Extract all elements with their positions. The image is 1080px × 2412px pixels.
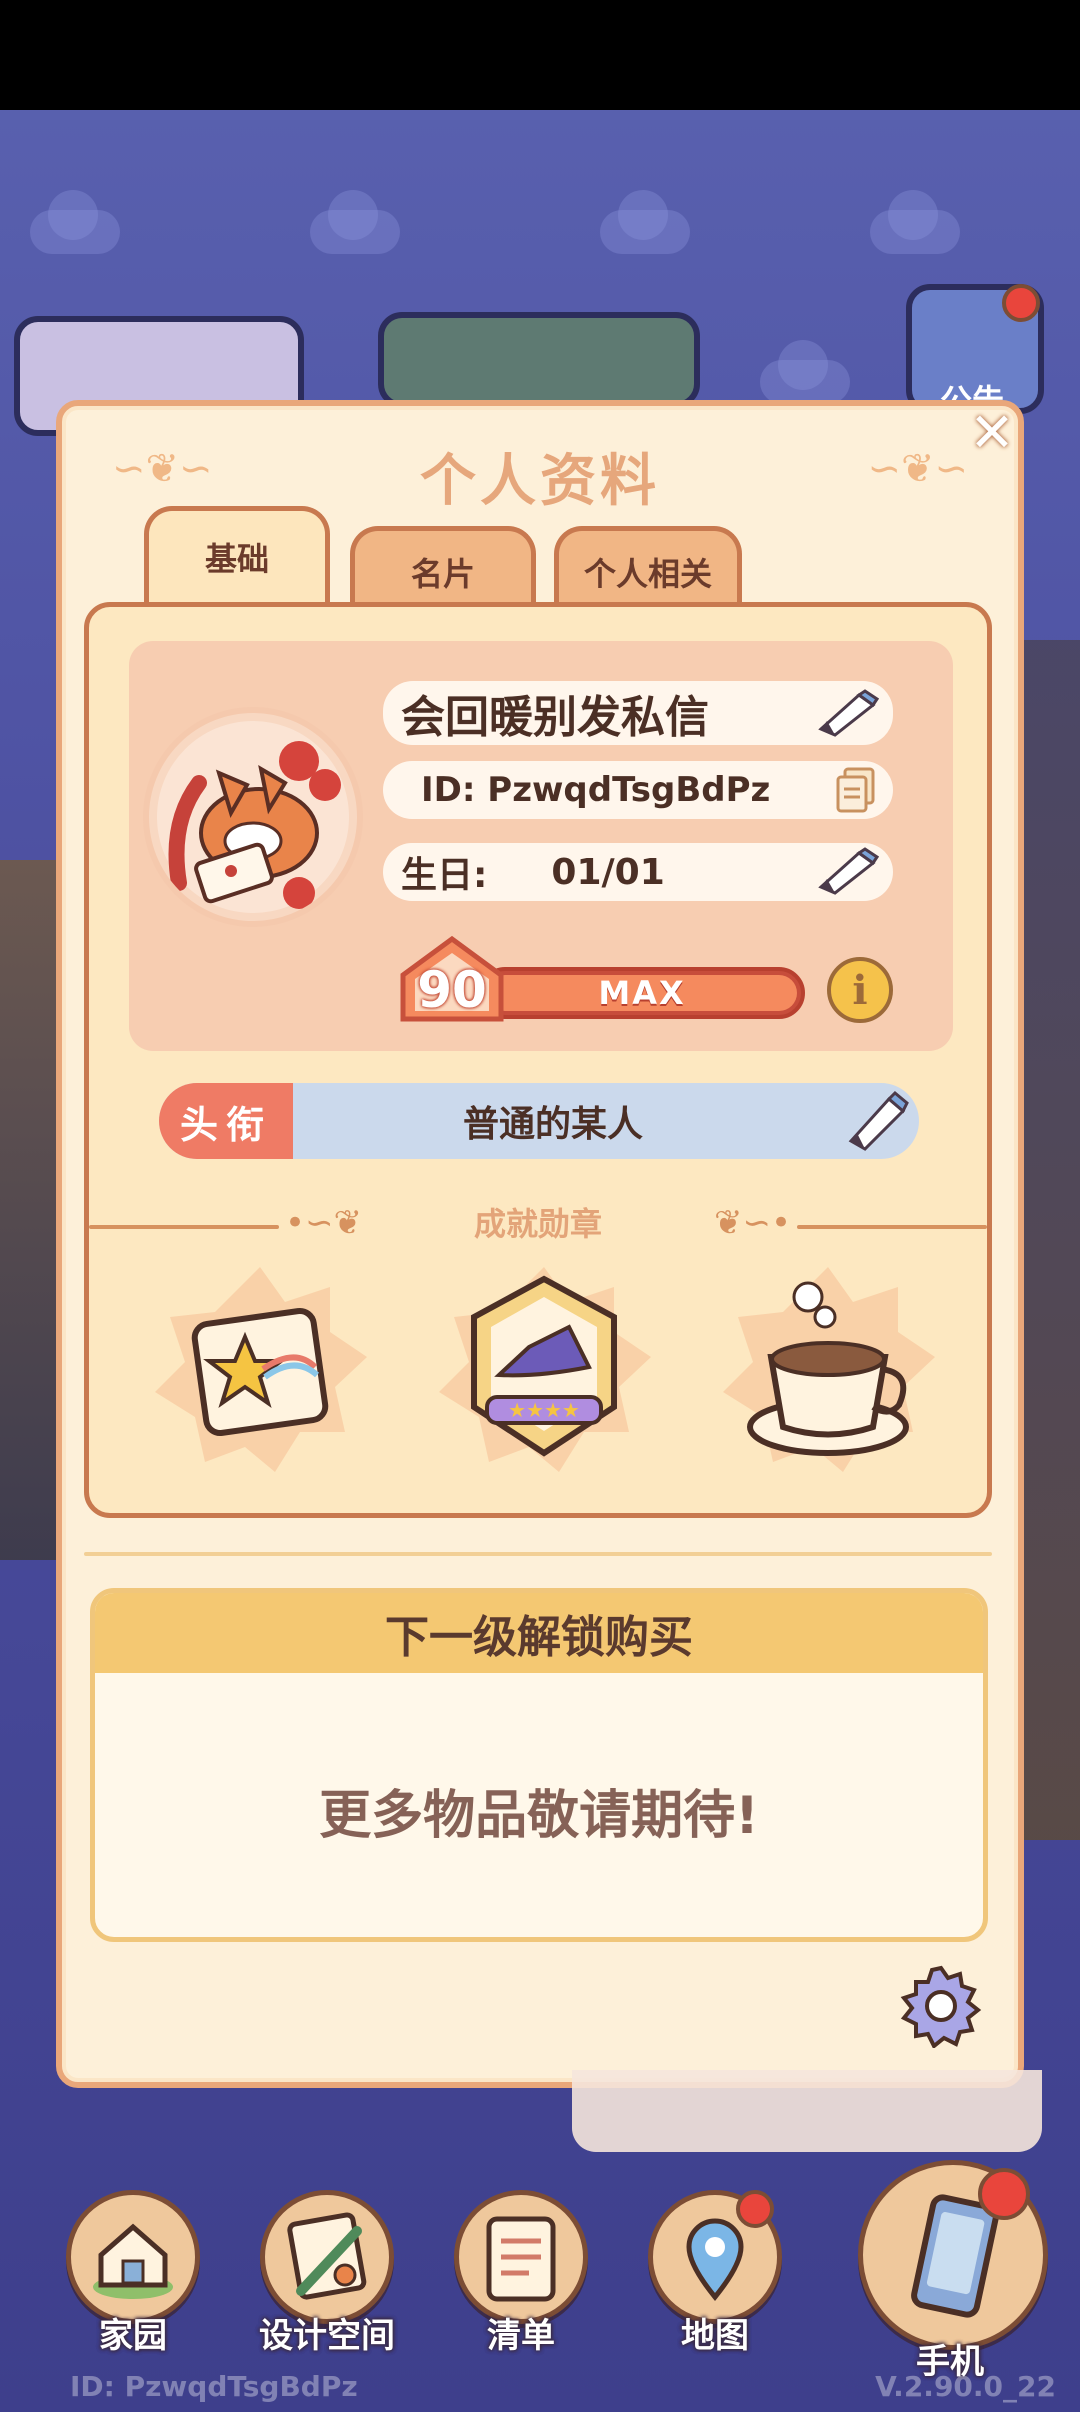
- tab-card[interactable]: 名片: [350, 526, 536, 612]
- level-max-label: MAX: [598, 974, 686, 1012]
- nav-design-space[interactable]: 设计空间: [252, 2190, 402, 2370]
- design-icon: [287, 2212, 367, 2300]
- nav-home-circle: [66, 2190, 200, 2324]
- bg-cloud: [310, 190, 400, 254]
- nav-list-circle: [454, 2190, 588, 2324]
- witch-hat-badge-icon: ★★★★: [439, 1267, 651, 1472]
- tab-label: 基础: [204, 539, 269, 578]
- footer-version: V.2.90.0_22: [875, 2370, 1056, 2403]
- panel-title: 个人资料: [420, 449, 660, 514]
- notification-dot: [736, 2190, 774, 2228]
- edit-nickname-button[interactable]: [815, 689, 880, 748]
- nav-map[interactable]: 地图: [640, 2190, 790, 2370]
- tab-label: 名片: [410, 554, 475, 593]
- pencil-icon: [818, 689, 880, 737]
- fox-avatar-icon: [157, 721, 349, 913]
- bg-cloud: [30, 190, 120, 254]
- list-icon: [486, 2216, 556, 2302]
- level-info-button[interactable]: i: [827, 957, 893, 1023]
- nav-list[interactable]: 清单: [446, 2190, 596, 2370]
- unlock-message: 更多物品敬请期待!: [319, 1786, 759, 1846]
- nickname-text: 会回暖别发私信: [401, 692, 709, 743]
- tab-personal[interactable]: 个人相关: [554, 526, 742, 612]
- notification-dot: [978, 2168, 1030, 2220]
- next-level-unlock-box: 下一级解锁购买 更多物品敬请期待!: [90, 1588, 988, 1942]
- birthday-field: 生日: 01/01: [383, 843, 893, 901]
- star-map-badge-icon: [155, 1267, 367, 1472]
- status-bar: [0, 0, 1080, 110]
- nav-list-label: 清单: [487, 2316, 555, 2356]
- achievement-badge-witch-hat[interactable]: ★★★★: [429, 1257, 659, 1487]
- copy-icon: [836, 767, 875, 813]
- home-icon: [93, 2223, 173, 2299]
- bg-cloud: [870, 190, 960, 254]
- birthday-value: 01/01: [551, 851, 665, 893]
- bg-cloud: [600, 190, 690, 254]
- profile-box: 会回暖别发私信 ID: PzwqdTsgBdPz 生日: 01/01 MAX 9…: [129, 641, 953, 1051]
- title-tag: 头衔: [159, 1083, 293, 1159]
- edit-title-button[interactable]: [845, 1089, 909, 1155]
- settings-button[interactable]: [898, 1962, 984, 2050]
- avatar[interactable]: [143, 707, 363, 927]
- unlock-header: 下一级解锁购买: [95, 1593, 983, 1673]
- nickname-field: 会回暖别发私信: [383, 681, 893, 745]
- birthday-label: 生日:: [401, 855, 488, 896]
- svg-text:★★★★: ★★★★: [508, 1398, 580, 1422]
- close-icon: ✕: [969, 400, 1015, 464]
- id-text: ID: PzwqdTsgBdPz: [421, 770, 771, 810]
- achievement-badge-star-map[interactable]: [145, 1257, 375, 1487]
- nav-map-label: 地图: [681, 2316, 749, 2356]
- achievement-badge-coffee[interactable]: [713, 1257, 943, 1487]
- title-row: 头衔 普通的某人: [159, 1083, 919, 1159]
- pencil-icon: [848, 1090, 909, 1151]
- pencil-icon: [818, 847, 880, 895]
- gear-icon: [900, 1965, 982, 2050]
- notification-dot: [1002, 284, 1040, 322]
- basic-info-card: 会回暖别发私信 ID: PzwqdTsgBdPz 生日: 01/01 MAX 9…: [84, 602, 992, 1518]
- close-button[interactable]: ✕: [962, 400, 1022, 464]
- chat-bubble: [572, 2070, 1042, 2152]
- title-value: 普通的某人: [462, 1104, 643, 1145]
- nav-phone[interactable]: 手机: [850, 2160, 1050, 2382]
- nav-home[interactable]: 家园: [58, 2190, 208, 2370]
- tab-label: 个人相关: [583, 554, 712, 593]
- edit-birthday-button[interactable]: [815, 847, 880, 904]
- info-icon: i: [852, 966, 868, 1014]
- level-badge: 90: [397, 935, 507, 1023]
- nav-home-label: 家园: [99, 2316, 167, 2356]
- copy-id-button[interactable]: [835, 767, 879, 822]
- bg-night-tile: [378, 312, 700, 408]
- id-field: ID: PzwqdTsgBdPz: [383, 761, 893, 819]
- level-progress-bar: MAX: [479, 967, 805, 1019]
- achievements-label: 成就勋章: [473, 1205, 602, 1243]
- coffee-cup-badge-icon: [723, 1267, 935, 1472]
- tab-basic[interactable]: 基础: [144, 506, 330, 602]
- nav-design-circle: [260, 2190, 394, 2324]
- level-number: 90: [417, 961, 487, 1019]
- footer-id: ID: PzwqdTsgBdPz: [70, 2370, 358, 2403]
- announcement-button[interactable]: 公告: [906, 284, 1044, 420]
- panel-divider: [84, 1552, 992, 1556]
- bg-cloud: [760, 340, 850, 404]
- nav-design-label: 设计空间: [259, 2316, 395, 2356]
